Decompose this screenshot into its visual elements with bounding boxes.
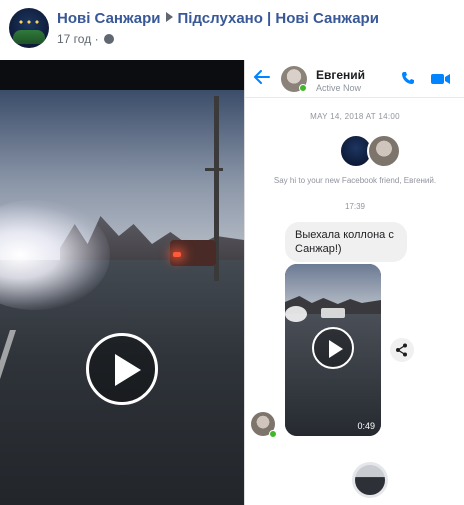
sender-online-indicator bbox=[269, 430, 277, 438]
message-video-play-icon[interactable] bbox=[312, 327, 354, 369]
globe-icon[interactable] bbox=[103, 34, 114, 44]
back-arrow-icon[interactable] bbox=[253, 68, 271, 86]
share-button[interactable] bbox=[390, 338, 414, 362]
post-time[interactable]: 17 год bbox=[57, 32, 91, 46]
phone-icon[interactable] bbox=[401, 71, 415, 85]
triangle-right-icon bbox=[165, 12, 173, 22]
page-name-link[interactable]: Нові Санжари bbox=[57, 10, 161, 27]
online-indicator bbox=[299, 84, 307, 92]
messenger-topbar: Евгений Active Now bbox=[245, 60, 464, 98]
contact-status: Active Now bbox=[316, 83, 362, 93]
group-name-link[interactable]: Підслухано | Нові Санжари bbox=[178, 10, 379, 27]
video-duration: 0:49 bbox=[357, 421, 375, 431]
seen-thumbnail[interactable] bbox=[352, 462, 388, 498]
video-utility-pole-arm bbox=[205, 168, 223, 171]
video-car bbox=[170, 240, 216, 266]
message-video[interactable]: 0:49 bbox=[285, 264, 381, 436]
post-header: Нові Санжари Підслухано | Нові Санжари 17… bbox=[0, 0, 464, 60]
message-time: 17:39 bbox=[344, 202, 366, 211]
message-bubble: Выехала коллона с Санжар!) bbox=[285, 222, 407, 262]
new-friend-text: Say hi to your new Facebook friend, Евге… bbox=[273, 176, 437, 185]
post-title: Нові Санжари Підслухано | Нові Санжари bbox=[57, 10, 379, 27]
contact-name[interactable]: Евгений bbox=[316, 68, 365, 82]
friend-avatars bbox=[339, 134, 403, 168]
play-icon[interactable] bbox=[86, 333, 158, 405]
post-meta: 17 год · bbox=[57, 32, 114, 46]
avatar-lights bbox=[17, 18, 41, 28]
video-player[interactable] bbox=[0, 60, 244, 505]
video-camera-icon[interactable] bbox=[431, 73, 451, 85]
message-video-glow bbox=[285, 306, 307, 322]
avatar-trees bbox=[13, 30, 45, 44]
friend-avatar bbox=[367, 134, 401, 168]
meta-separator: · bbox=[94, 32, 99, 46]
messenger-screenshot: Евгений Active Now MAY 14, 2018 AT 14:00… bbox=[244, 60, 464, 505]
message-video-bus bbox=[321, 308, 345, 318]
share-icon bbox=[396, 343, 407, 357]
page-avatar[interactable] bbox=[9, 8, 49, 48]
conversation-date: MAY 14, 2018 AT 14:00 bbox=[310, 112, 400, 121]
